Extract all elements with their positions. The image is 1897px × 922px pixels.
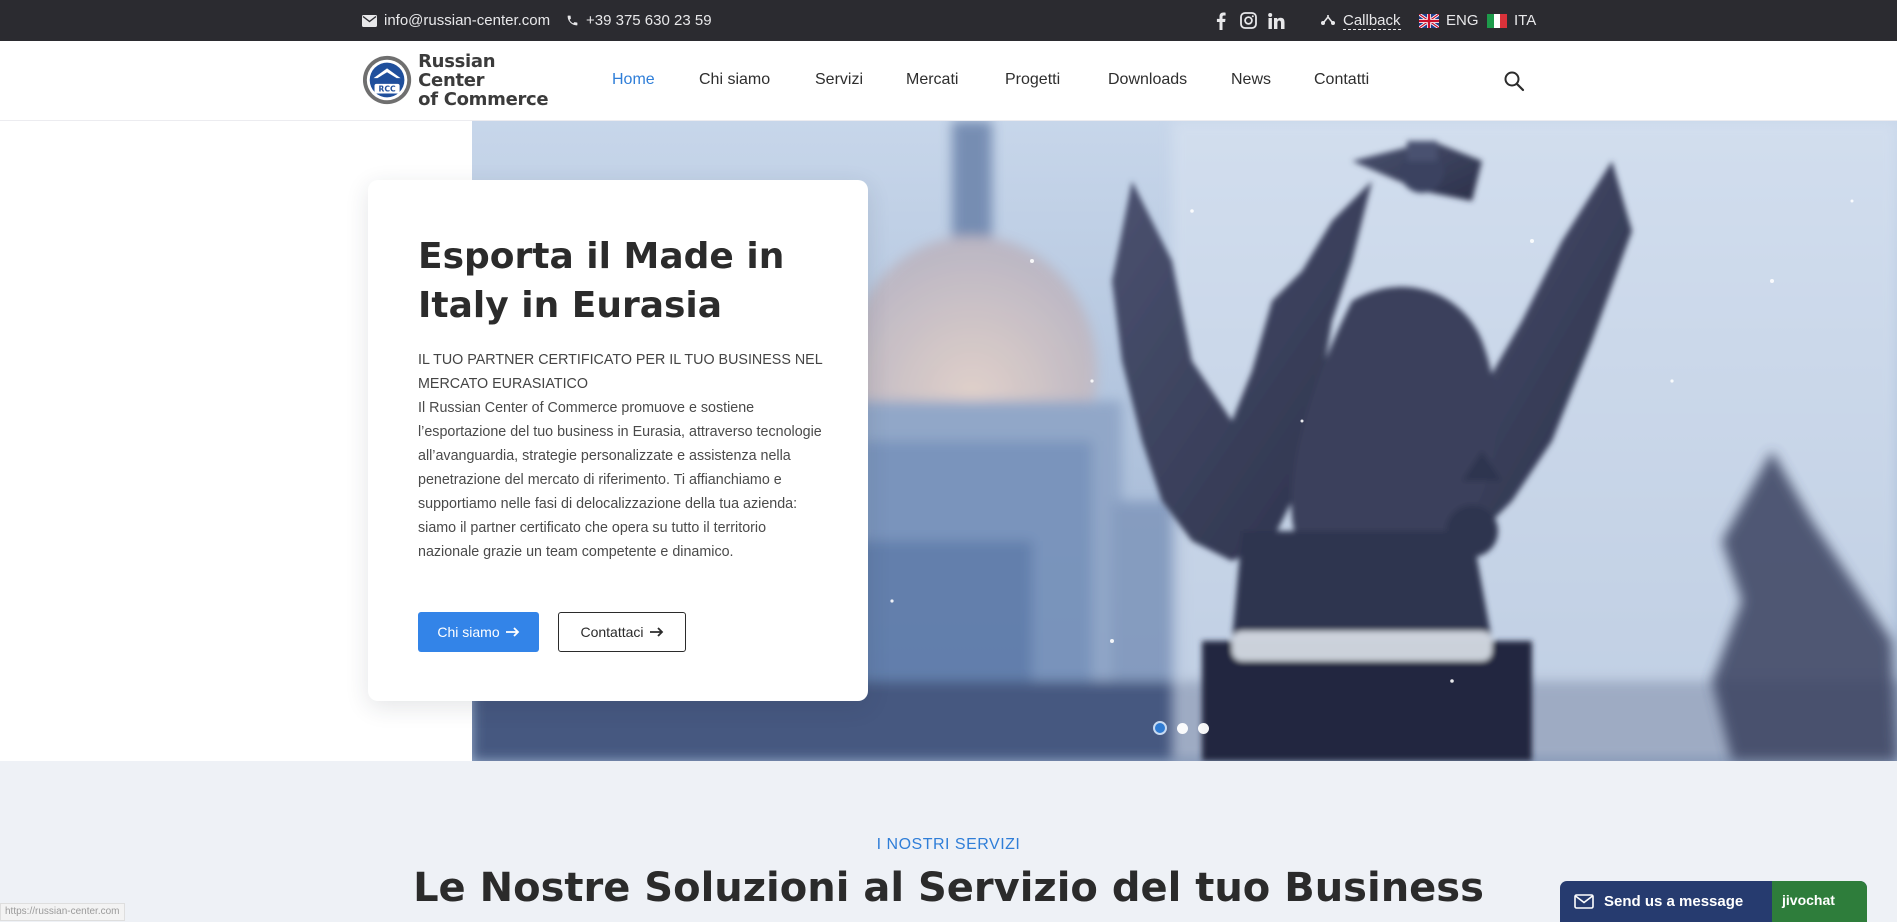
- email-text: info@russian-center.com: [384, 12, 551, 29]
- slider-dot-2[interactable]: [1177, 722, 1188, 734]
- callback-link[interactable]: Callback: [1320, 0, 1401, 41]
- hero-title: Esporta il Made in Italy in Eurasia: [418, 236, 785, 326]
- nav-news[interactable]: News: [1231, 71, 1271, 89]
- main-header: RCC Russian Center of Commerce Home Chi …: [0, 41, 1897, 121]
- nav-servizi[interactable]: Servizi: [815, 71, 863, 89]
- phone-icon: [567, 15, 578, 26]
- search-button[interactable]: [1503, 70, 1525, 92]
- nav-mercati[interactable]: Mercati: [906, 71, 958, 89]
- services-kicker: I NOSTRI SERVIZI: [876, 836, 1021, 853]
- facebook-icon: [1216, 12, 1226, 30]
- top-bar: info@russian-center.com +39 375 630 23 5…: [0, 0, 1897, 41]
- nav-progetti[interactable]: Progetti: [1005, 71, 1060, 89]
- contattaci-button[interactable]: Contattaci: [558, 612, 686, 652]
- phone-text: +39 375 630 23 59: [586, 12, 712, 29]
- arrow-right-icon: [505, 627, 519, 637]
- language-eng[interactable]: ENG: [1419, 0, 1479, 41]
- italy-flag-icon: [1487, 13, 1507, 28]
- instagram-link[interactable]: [1240, 0, 1257, 41]
- slider-dot-1[interactable]: [1153, 721, 1167, 735]
- chat-widget[interactable]: Send us a message jivochat: [1560, 881, 1867, 922]
- slider-dot-3[interactable]: [1198, 722, 1209, 734]
- email-link[interactable]: info@russian-center.com: [362, 0, 550, 41]
- chat-label: Send us a message: [1604, 893, 1744, 910]
- nav-contatti[interactable]: Contatti: [1314, 71, 1369, 89]
- instagram-icon: [1240, 12, 1257, 29]
- nav-downloads[interactable]: Downloads: [1108, 71, 1187, 89]
- linkedin-icon: [1268, 12, 1285, 29]
- facebook-link[interactable]: [1216, 0, 1226, 41]
- phone-link[interactable]: +39 375 630 23 59: [566, 0, 712, 41]
- status-bar-url: https://russian-center.com: [0, 903, 125, 921]
- uk-flag-icon: [1419, 13, 1439, 28]
- chi-siamo-button[interactable]: Chi siamo: [418, 612, 539, 652]
- nav-chi-siamo[interactable]: Chi siamo: [699, 71, 770, 89]
- slider-dots: [1153, 721, 1209, 735]
- language-ita-label: ITA: [1514, 12, 1537, 29]
- hero-card: Esporta il Made in Italy in Eurasia IL T…: [368, 180, 868, 701]
- envelope-icon: [362, 14, 377, 27]
- hero-body: Il Russian Center of Commerce promuove e…: [418, 400, 822, 560]
- linkedin-link[interactable]: [1268, 0, 1285, 41]
- chat-brand: jivochat: [1772, 881, 1867, 922]
- callback-icon: [1321, 14, 1335, 25]
- main-nav: Home Chi siamo Servizi Mercati Progetti …: [0, 41, 1897, 121]
- chi-siamo-button-label: Chi siamo: [437, 624, 500, 640]
- arrow-right-icon: [649, 627, 663, 637]
- language-ita[interactable]: ITA: [1487, 0, 1536, 41]
- contattaci-button-label: Contattaci: [580, 624, 644, 640]
- envelope-icon: [1574, 894, 1594, 909]
- nav-home[interactable]: Home: [612, 71, 655, 89]
- callback-text: Callback: [1343, 11, 1401, 30]
- hero-subtitle: IL TUO PARTNER CERTIFICATO PER IL TUO BU…: [418, 352, 823, 392]
- search-icon: [1504, 71, 1525, 92]
- language-eng-label: ENG: [1446, 12, 1479, 29]
